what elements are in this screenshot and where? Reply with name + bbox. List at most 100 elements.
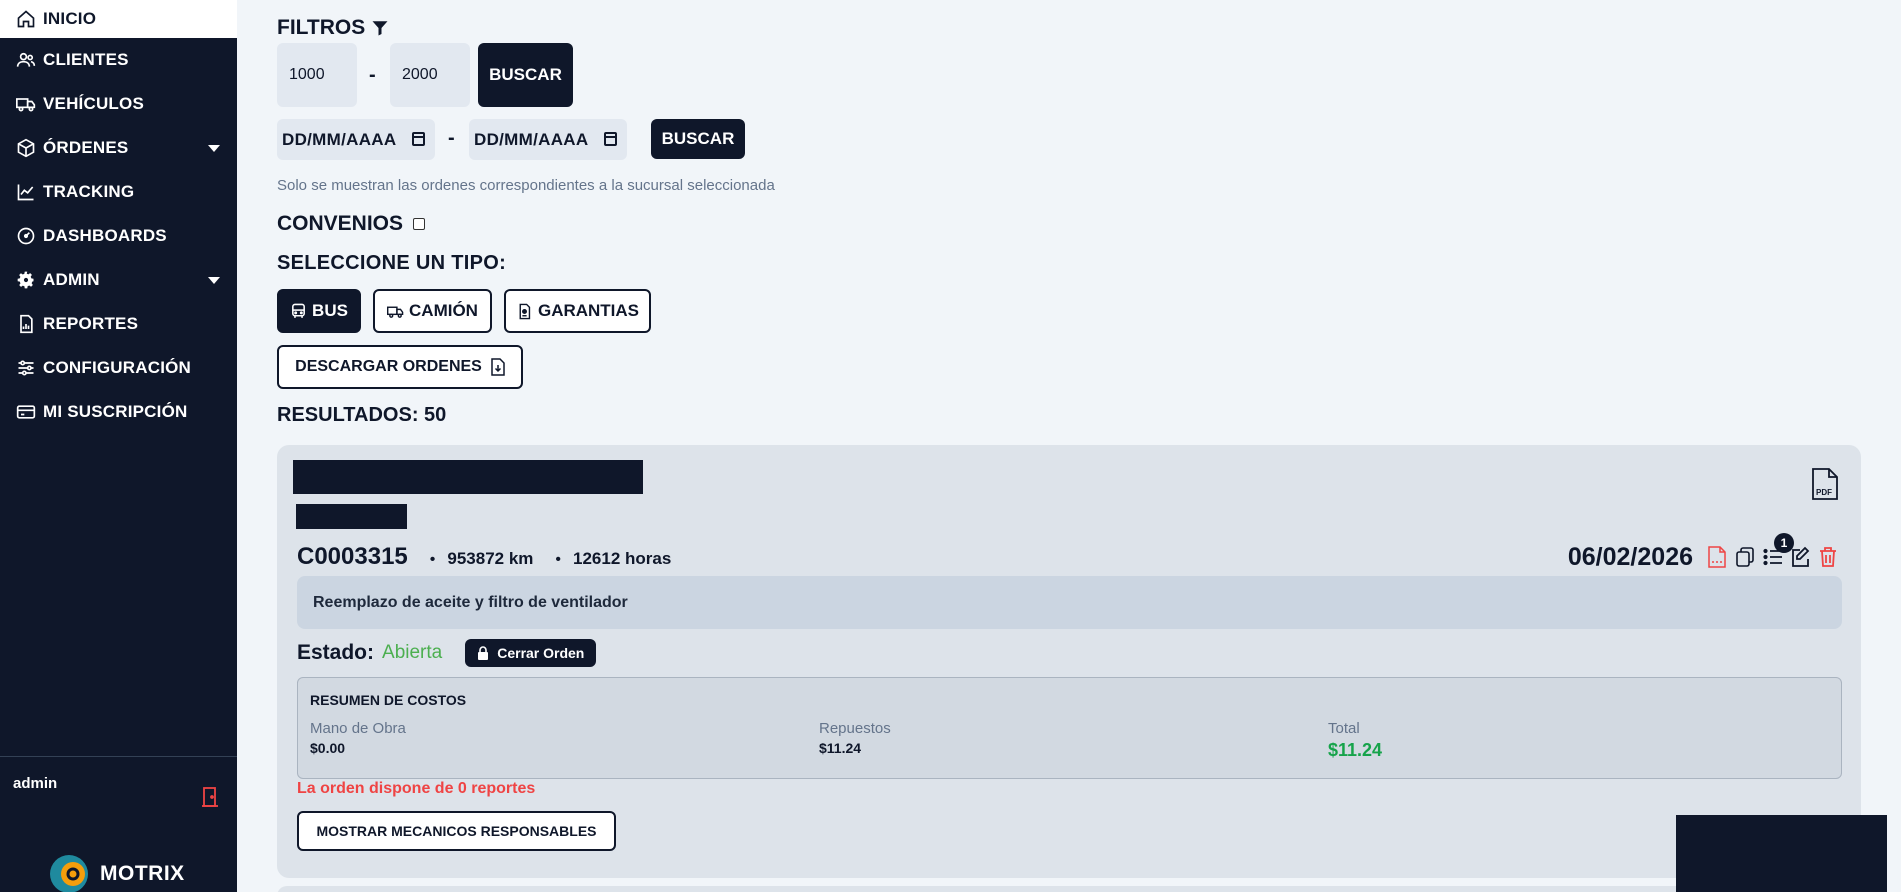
close-order-label: Cerrar Orden	[497, 645, 585, 661]
total-cost: Total $11.24	[1328, 720, 1382, 761]
sidebar-item-clientes[interactable]: CLIENTES	[0, 40, 237, 80]
order-description: Reemplazo de aceite y filtro de ventilad…	[297, 576, 1842, 629]
users-icon	[16, 52, 36, 67]
order-card: PDF C0003315 • 953872 km • 12612 horas 0…	[277, 445, 1861, 878]
filters-heading: FILTROS	[277, 16, 389, 40]
sidebar-item-label: ADMIN	[43, 270, 100, 289]
motrix-logo-icon	[50, 855, 88, 892]
order-date: 06/02/2026	[1567, 543, 1693, 571]
type-camion-button[interactable]: CAMIÓN	[373, 289, 492, 333]
date-to-input[interactable]: DD/MM/AAAA	[469, 119, 627, 160]
bullet-separator: •	[429, 551, 436, 568]
redacted-overlay-block	[1676, 815, 1887, 892]
type-bus-label: BUS	[312, 301, 348, 320]
cost-summary-title: RESUMEN DE COSTOS	[310, 692, 467, 708]
edit-icon[interactable]	[1790, 546, 1810, 568]
labor-cost-label: Mano de Obra	[310, 720, 406, 737]
type-camion-label: CAMIÓN	[409, 301, 478, 320]
sidebar-item-label: VEHÍCULOS	[43, 94, 144, 113]
type-garantias-button[interactable]: GARANTIAS	[504, 289, 651, 333]
trash-icon[interactable]	[1818, 546, 1838, 568]
range-to-input[interactable]	[390, 43, 470, 107]
sidebar-item-label: ÓRDENES	[43, 138, 129, 157]
sidebar-item-label: INICIO	[43, 9, 97, 28]
sidebar-item-tracking[interactable]: TRACKING	[0, 172, 237, 212]
bullet-separator: •	[555, 551, 562, 568]
sidebar-item-suscripcion[interactable]: MI SUSCRIPCIÓN	[0, 392, 237, 432]
sidebar-item-label: DASHBOARDS	[43, 226, 167, 245]
bus-icon	[292, 303, 305, 318]
home-icon	[17, 10, 35, 28]
download-orders-label: DESCARGAR ORDENES	[295, 358, 482, 375]
convenios-label: CONVENIOS	[277, 212, 404, 235]
cost-summary: RESUMEN DE COSTOS Mano de Obra $0.00 Rep…	[297, 677, 1842, 779]
sidebar-item-label: TRACKING	[43, 182, 135, 201]
lock-icon	[478, 646, 489, 660]
sidebar-item-label: CONFIGURACIÓN	[43, 358, 192, 377]
next-order-card-edge	[277, 886, 1861, 892]
truck-icon	[16, 98, 36, 112]
sidebar-item-label: CLIENTES	[43, 50, 129, 69]
filter-icon	[372, 21, 388, 36]
logout-door-icon[interactable]	[201, 786, 219, 808]
order-hours: 12612 horas	[573, 549, 672, 568]
parts-cost-value: $11.24	[819, 740, 862, 756]
show-mechanics-button[interactable]: MOSTRAR MECANICOS RESPONSABLES	[297, 811, 616, 851]
range-separator: -	[369, 64, 376, 86]
calendar-icon[interactable]	[412, 132, 425, 146]
user-name: admin	[13, 775, 58, 792]
close-order-button[interactable]: Cerrar Orden	[465, 639, 597, 667]
date-search-button[interactable]: BUSCAR	[651, 119, 745, 159]
sidebar-item-ordenes[interactable]: ÓRDENES	[0, 128, 237, 168]
sidebar-divider	[0, 756, 237, 757]
parts-cost-label: Repuestos	[819, 720, 891, 737]
chevron-down-icon[interactable]	[208, 145, 220, 152]
date-from-input[interactable]: DD/MM/AAAA	[277, 119, 435, 160]
credit-card-icon	[16, 405, 36, 419]
box-icon	[17, 138, 35, 158]
order-status-row: Estado: Abierta Cerrar Orden	[297, 639, 597, 667]
branch-note: Solo se muestran las ordenes correspondi…	[277, 177, 775, 194]
range-from-input[interactable]	[277, 43, 357, 107]
sidebar-item-label: REPORTES	[43, 314, 139, 333]
sidebar-item-admin[interactable]: ADMIN	[0, 260, 237, 300]
date-separator: -	[448, 127, 455, 149]
chevron-down-icon[interactable]	[208, 277, 220, 284]
sidebar-item-dashboards[interactable]: DASHBOARDS	[0, 216, 237, 256]
type-heading: SELECCIONE UN TIPO:	[277, 252, 507, 274]
sidebar-item-configuracion[interactable]: CONFIGURACIÓN	[0, 348, 237, 388]
order-summary-line: C0003315 • 953872 km • 12612 horas	[297, 543, 671, 571]
date-from-placeholder: DD/MM/AAAA	[282, 129, 397, 149]
pdf-icon-label: PDF	[1815, 488, 1833, 497]
calendar-icon[interactable]	[604, 132, 617, 146]
copy-icon[interactable]	[1735, 546, 1755, 568]
sidebar-item-inicio[interactable]: INICIO	[0, 0, 237, 38]
sidebar-item-label: MI SUSCRIPCIÓN	[43, 402, 188, 421]
status-value: Abierta	[382, 642, 443, 663]
pdf-document-icon[interactable]: PDF	[1811, 467, 1839, 501]
download-orders-button[interactable]: DESCARGAR ORDENES	[277, 345, 523, 389]
redacted-client-name	[293, 460, 643, 494]
gear-icon	[17, 271, 34, 289]
brand-logo: MOTRIX	[48, 853, 185, 892]
labor-cost-value: $0.00	[310, 740, 346, 756]
range-search-button[interactable]: BUSCAR	[478, 43, 573, 107]
results-count: RESULTADOS: 50	[277, 404, 447, 426]
filters-title: FILTROS	[277, 16, 366, 39]
sidebar-item-reportes[interactable]: REPORTES	[0, 304, 237, 344]
truck-icon	[387, 306, 404, 318]
convenios-checkbox[interactable]	[413, 218, 426, 230]
convenios-row: CONVENIOS	[277, 212, 426, 236]
sidebar: INICIO CLIENTES VEHÍCULOS ÓRDENES TRACKI…	[0, 0, 237, 892]
redacted-vehicle-plate	[296, 504, 407, 529]
pdf-red-icon[interactable]	[1707, 546, 1727, 568]
type-garantias-label: GARANTIAS	[537, 301, 640, 320]
gauge-icon	[17, 227, 35, 245]
order-code: C0003315	[297, 543, 408, 570]
total-cost-value: $11.24	[1328, 740, 1383, 760]
chart-line-icon	[17, 184, 34, 201]
sidebar-item-vehiculos[interactable]: VEHÍCULOS	[0, 84, 237, 124]
type-bus-button[interactable]: BUS	[277, 289, 361, 333]
parts-cost: Repuestos $11.24	[819, 720, 891, 756]
report-icon	[20, 314, 33, 334]
